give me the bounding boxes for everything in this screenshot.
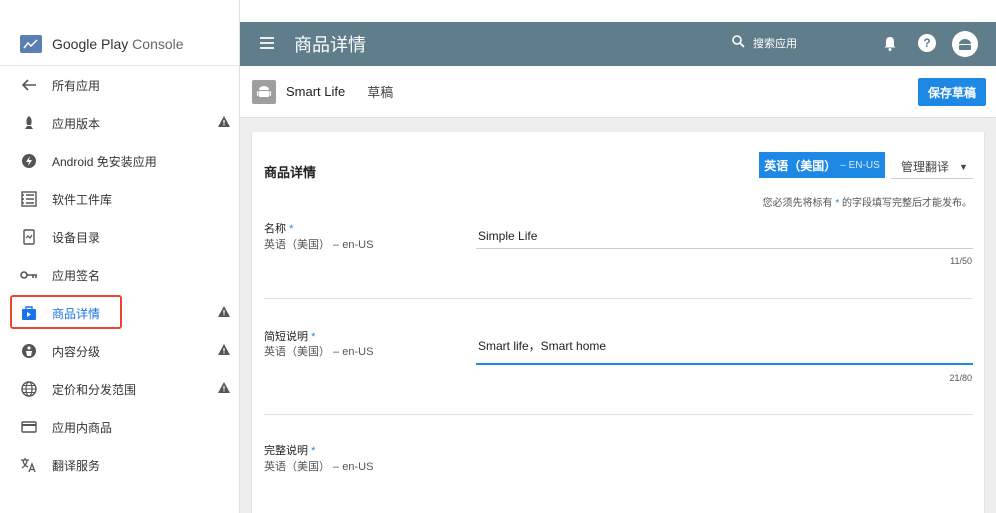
help-icon[interactable]: ? (918, 34, 936, 52)
avatar[interactable] (952, 31, 978, 57)
manage-translations-dropdown[interactable]: 管理翻译 ▼ (901, 158, 968, 175)
language-code: – EN-US (840, 159, 880, 171)
language-name: 英语（美国） (764, 158, 837, 173)
title-field-language: 英语（美国） – en-US (264, 239, 374, 251)
sidebar-item-label: 应用版本 (52, 116, 101, 131)
status-badge: 草稿 (367, 85, 394, 100)
required-note: 您必须先将标有 * 的字段填写完整后才能发布。 (762, 198, 972, 209)
main-content: 商品详情 英语（美国） – EN-US 管理翻译 ▼ 您必须先将标有 * 的字段… (240, 118, 996, 513)
short-description-char-counter: 21/80 (949, 373, 972, 383)
play-console-logo-icon (20, 34, 42, 53)
bell-icon[interactable] (884, 36, 896, 54)
sidebar-item-label: 所有应用 (52, 78, 101, 93)
full-description-label: 完整说明 * (264, 445, 316, 457)
sidebar-item-label: 软件工件库 (52, 192, 113, 207)
globe-icon (20, 380, 38, 398)
divider (264, 298, 973, 299)
manage-translations-label: 管理翻译 (901, 160, 950, 174)
android-avatar-icon (959, 39, 971, 50)
sidebar: Google Play Console 所有应用 应用版本 Android 免安… (0, 0, 240, 513)
brand-logo[interactable]: Google Play Console (0, 22, 239, 66)
warning-icon (218, 344, 230, 358)
sidebar-item-label: 商品详情 (52, 306, 101, 321)
sidebar-item-translation-service[interactable]: 翻译服务 (0, 446, 239, 484)
sidebar-item-label: 定价和分发范围 (52, 382, 137, 397)
card-icon (20, 418, 38, 436)
sidebar-item-app-signing[interactable]: 应用签名 (0, 256, 239, 294)
caret-down-icon: ▼ (959, 161, 968, 172)
top-app-bar: 商品详情 搜索应用 ? (240, 22, 996, 66)
warning-icon (218, 382, 230, 396)
sidebar-item-label: 设备目录 (52, 230, 101, 245)
sidebar-item-all-apps[interactable]: 所有应用 (0, 66, 239, 104)
search-label: 搜索应用 (753, 38, 797, 50)
app-name: Smart Life (286, 84, 346, 99)
dropdown-underline (891, 178, 973, 179)
library-icon (20, 190, 38, 208)
page-title: 商品详情 (294, 35, 366, 55)
store-icon (20, 304, 38, 322)
android-app-icon (252, 79, 276, 104)
brand-name: Google Play Console (52, 35, 184, 52)
search-icon (732, 35, 745, 51)
app-header: Smart Life 草稿 保存草稿 (240, 66, 996, 118)
sidebar-item-pricing-distribution[interactable]: 定价和分发范围 (0, 370, 239, 408)
rocket-icon (20, 114, 38, 132)
short-description-label: 简短说明 * (264, 331, 316, 343)
sidebar-item-label: 应用内商品 (52, 420, 113, 435)
hamburger-menu-icon[interactable] (260, 36, 274, 52)
short-description-language: 英语（美国） – en-US (264, 346, 374, 358)
sidebar-item-artifact-library[interactable]: 软件工件库 (0, 180, 239, 218)
save-draft-button[interactable]: 保存草稿 (918, 78, 986, 106)
sidebar-item-device-catalog[interactable]: 设备目录 (0, 218, 239, 256)
sidebar-item-app-releases[interactable]: 应用版本 (0, 104, 239, 142)
title-input[interactable]: Simple Life (478, 229, 537, 243)
sidebar-item-instant-apps[interactable]: Android 免安装应用 (0, 142, 239, 180)
title-input-underline (476, 248, 973, 249)
section-title: 商品详情 (264, 165, 317, 180)
sidebar-item-label: 应用签名 (52, 268, 101, 283)
key-icon (20, 266, 38, 284)
instant-app-icon (20, 152, 38, 170)
sidebar-item-label: 翻译服务 (52, 458, 101, 473)
sidebar-item-store-listing[interactable]: 商品详情 (0, 294, 239, 332)
warning-icon (218, 116, 230, 130)
sidebar-item-in-app-products[interactable]: 应用内商品 (0, 408, 239, 446)
store-listing-card: 商品详情 英语（美国） – EN-US 管理翻译 ▼ 您必须先将标有 * 的字段… (252, 132, 984, 513)
search-apps[interactable]: 搜索应用 (732, 35, 797, 51)
divider (264, 414, 973, 415)
rating-icon (20, 342, 38, 360)
sidebar-item-label: Android 免安装应用 (52, 154, 157, 169)
short-description-underline (476, 363, 973, 365)
sidebar-item-label: 内容分级 (52, 344, 101, 359)
device-icon (20, 228, 38, 246)
title-char-counter: 11/50 (950, 256, 972, 266)
translate-icon (20, 456, 38, 474)
warning-icon (218, 306, 230, 320)
language-button[interactable]: 英语（美国） – EN-US (759, 152, 885, 178)
back-arrow-icon (20, 76, 38, 94)
full-description-language: 英语（美国） – en-US (264, 461, 374, 473)
title-field-label: 名称 * (264, 223, 294, 235)
sidebar-item-content-rating[interactable]: 内容分级 (0, 332, 239, 370)
short-description-input[interactable]: Smart life，Smart home (478, 337, 606, 354)
